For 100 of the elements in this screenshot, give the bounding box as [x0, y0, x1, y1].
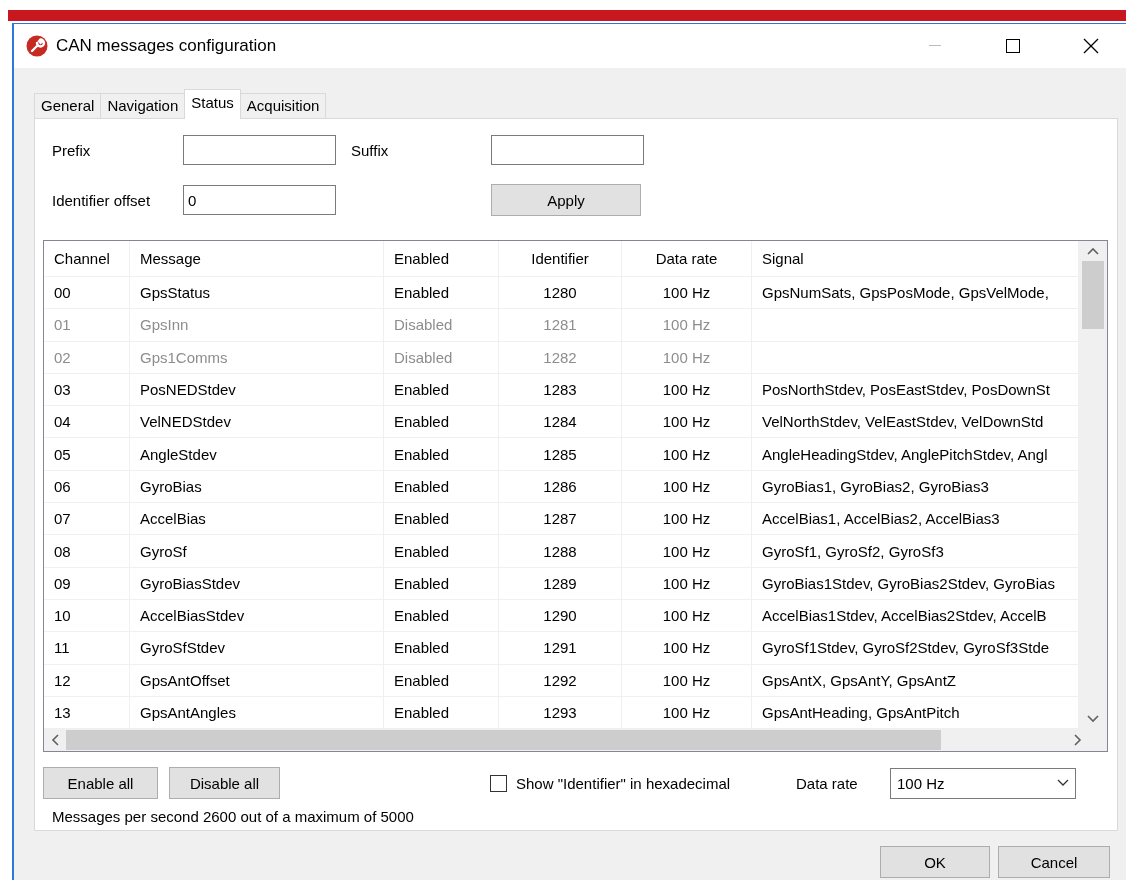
table-cell: Disabled: [384, 341, 499, 374]
ok-button[interactable]: OK: [880, 846, 990, 878]
cancel-button[interactable]: Cancel: [998, 846, 1110, 878]
table-cell: GpsStatus: [130, 277, 384, 310]
table-cell: GyroSf1Stdev, GyroSf2Stdev, GyroSf3Stde: [752, 632, 1079, 665]
tab[interactable]: Acquisition: [239, 93, 327, 119]
table-cell: 1282: [499, 341, 622, 374]
table-cell: Enabled: [384, 535, 499, 568]
checkbox-label: Show "Identifier" in hexadecimal: [516, 774, 731, 792]
table-cell: 1280: [499, 277, 622, 310]
table-cell: Enabled: [384, 373, 499, 407]
table-cell: AngleHeadingStdev, AnglePitchStdev, Angl: [752, 438, 1079, 471]
table-cell: 05: [44, 438, 130, 471]
table-cell: Enabled: [384, 632, 499, 665]
prefix-field[interactable]: [183, 135, 336, 165]
table-cell: AngleStdev: [130, 438, 384, 471]
status-text: Messages per second 2600 out of a maximum of 5000: [52, 808, 415, 825]
table-cell: Enabled: [384, 567, 499, 600]
scroll-thumb[interactable]: [1082, 261, 1104, 329]
table-cell: 100 Hz: [622, 664, 752, 697]
table-cell: 1292: [499, 664, 622, 697]
table-cell: AccelBias1Stdev, AccelBias2Stdev, AccelB: [752, 599, 1079, 633]
table-cell: Enabled: [384, 599, 499, 633]
table-cell: 06: [44, 470, 130, 504]
table-cell: GyroSf: [130, 535, 384, 568]
vertical-scrollbar[interactable]: [1079, 241, 1107, 730]
enable-all-button[interactable]: Enable all: [43, 767, 158, 799]
table-cell: 02: [44, 341, 130, 374]
table-cell: 03: [44, 373, 130, 407]
table-cell: Enabled: [384, 503, 499, 536]
table-cell: 100 Hz: [622, 599, 752, 633]
tab[interactable]: General: [34, 93, 102, 119]
scroll-right-icon[interactable]: [1074, 734, 1082, 747]
table-cell: 04: [44, 406, 130, 439]
table-cell: 00: [44, 277, 130, 310]
scroll-thumb[interactable]: [66, 730, 941, 751]
column-header[interactable]: Signal: [752, 241, 1079, 277]
dropdown-caret-icon: [1057, 779, 1069, 787]
table-cell: 100 Hz: [622, 632, 752, 665]
disable-all-button[interactable]: Disable all: [169, 767, 280, 799]
table-cell: Enabled: [384, 277, 499, 310]
table-cell: 1286: [499, 470, 622, 504]
table-cell: AccelBias1, AccelBias2, AccelBias3: [752, 503, 1079, 536]
table-cell: 1288: [499, 535, 622, 568]
scroll-up-icon[interactable]: [1087, 247, 1099, 255]
table-cell: 1289: [499, 567, 622, 600]
table-cell: 07: [44, 503, 130, 536]
apply-button[interactable]: Apply: [491, 184, 641, 216]
table-cell: GyroSfStdev: [130, 632, 384, 665]
scroll-down-icon[interactable]: [1087, 715, 1099, 724]
column-header[interactable]: Data rate: [622, 241, 752, 277]
data-rate-dropdown[interactable]: 100 Hz: [890, 767, 1076, 799]
table-cell: GyroBias: [130, 470, 384, 504]
maximize-icon: [1006, 39, 1020, 53]
table-cell: VelNorthStdev, VelEastStdev, VelDownStd: [752, 406, 1079, 439]
table-cell: 1291: [499, 632, 622, 665]
table-cell: GpsNumSats, GpsPosMode, GpsVelMode,: [752, 277, 1079, 310]
field-label: Identifier offset: [51, 191, 152, 209]
table-cell: 1283: [499, 373, 622, 407]
table-cell: 01: [44, 309, 130, 342]
table-cell: Enabled: [384, 438, 499, 471]
column-header[interactable]: Channel: [44, 241, 130, 277]
table-cell: Disabled: [384, 309, 499, 342]
table-cell: Gps1Comms: [130, 341, 384, 374]
column-header[interactable]: Enabled: [384, 241, 499, 277]
column-header[interactable]: Identifier: [499, 241, 622, 277]
close-icon: [1083, 38, 1099, 54]
table-cell: GpsAntX, GpsAntY, GpsAntZ: [752, 664, 1079, 697]
table-cell: 100 Hz: [622, 438, 752, 471]
table-cell: 100 Hz: [622, 567, 752, 600]
column-header[interactable]: Message: [130, 241, 384, 277]
table-cell: 08: [44, 535, 130, 568]
horizontal-scrollbar[interactable]: [44, 729, 1107, 751]
suffix-field[interactable]: [491, 135, 644, 165]
wrench-icon: [26, 35, 48, 57]
table-cell: VelNEDStdev: [130, 406, 384, 439]
table-cell: 100 Hz: [622, 535, 752, 568]
table-cell: 1285: [499, 438, 622, 471]
offset-field[interactable]: 0: [183, 185, 336, 215]
table-cell: 100 Hz: [622, 277, 752, 310]
table-cell: 100 Hz: [622, 503, 752, 536]
field-label: Suffix: [350, 141, 390, 159]
hex-checkbox[interactable]: [490, 774, 507, 792]
table-cell: PosNEDStdev: [130, 373, 384, 407]
minimize-icon: [929, 45, 941, 47]
data-rate-label: Data rate: [795, 774, 859, 792]
table-cell: 100 Hz: [622, 470, 752, 504]
table-cell: 1284: [499, 406, 622, 439]
table-cell: 100 Hz: [622, 309, 752, 342]
scroll-left-icon[interactable]: [51, 734, 59, 747]
table-cell: GpsInn: [130, 309, 384, 342]
tab[interactable]: Status: [184, 89, 241, 119]
table-cell: Enabled: [384, 470, 499, 504]
table-cell: GyroSf1, GyroSf2, GyroSf3: [752, 535, 1079, 568]
table-cell: 100 Hz: [622, 373, 752, 407]
table-cell: AccelBiasStdev: [130, 599, 384, 633]
table-cell: 100 Hz: [622, 341, 752, 374]
table-cell: Enabled: [384, 664, 499, 697]
field-label: Prefix: [51, 141, 92, 159]
table-cell: GyroBiasStdev: [130, 567, 384, 600]
